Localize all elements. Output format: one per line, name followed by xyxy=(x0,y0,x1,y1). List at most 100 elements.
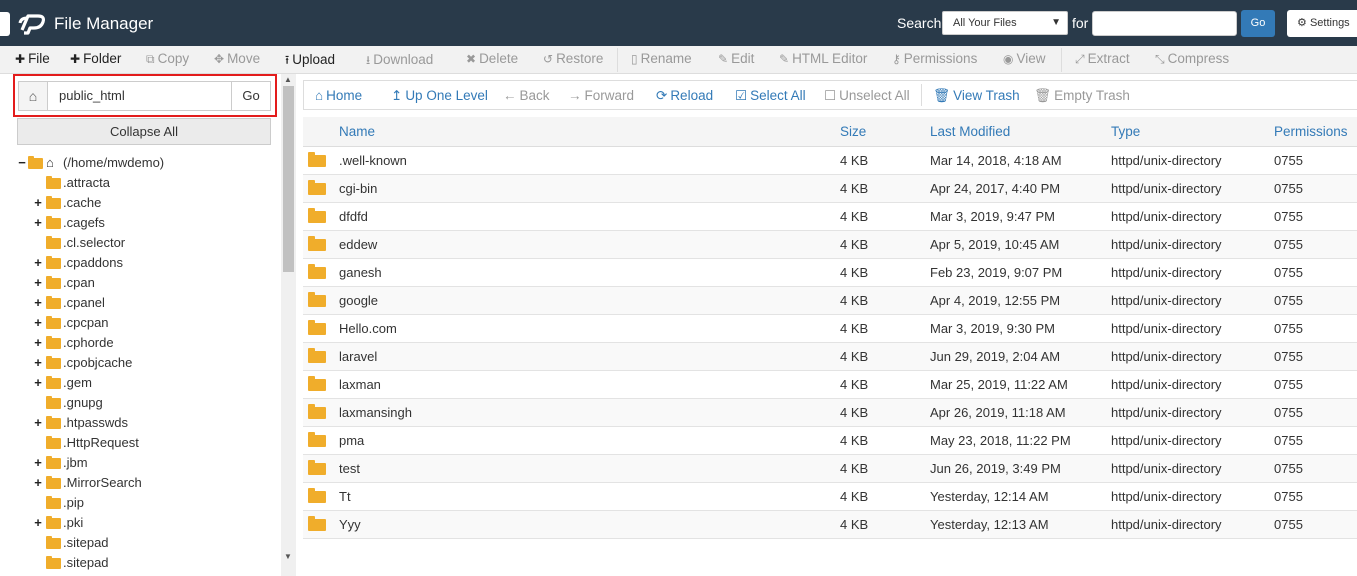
tree-item[interactable]: + .pki xyxy=(16,514,278,534)
settings-button[interactable]: ⚙ Settings xyxy=(1287,10,1357,37)
folder-icon xyxy=(308,320,326,335)
upload-button[interactable]: ⭱ Upload xyxy=(285,51,335,72)
table-row[interactable]: ganesh 4 KB Feb 23, 2019, 9:07 PM httpd/uni… xyxy=(303,259,1357,287)
collapse-all-button[interactable]: Collapse All xyxy=(17,118,271,145)
table-row[interactable]: .well-known 4 KB Mar 14, 2018, 4:18 AM http… xyxy=(303,147,1357,175)
path-go-button[interactable]: Go xyxy=(231,81,271,111)
cell-type: httpd/unix-directory xyxy=(1111,209,1222,224)
permissions-button[interactable]: ⚷ Permissions xyxy=(892,51,977,66)
tree-item[interactable]: + .cpcpan xyxy=(16,314,278,334)
tree-item[interactable]: + .cpanel xyxy=(16,294,278,314)
scrollbar-thumb[interactable] xyxy=(283,86,294,272)
tree-item[interactable]: + .cphorde xyxy=(16,334,278,354)
tree-item[interactable]: + .cache xyxy=(16,194,278,214)
menu-toggle-stub[interactable] xyxy=(0,12,10,36)
html-editor-button[interactable]: ✎ HTML Editor xyxy=(779,51,867,66)
view-trash-button[interactable]: 🗑 View Trash xyxy=(933,88,1020,104)
move-button[interactable]: ✥ Move xyxy=(214,51,260,66)
select-all-button[interactable]: ☑ Select All xyxy=(735,88,806,104)
table-row[interactable]: laravel 4 KB Jun 29, 2019, 2:04 AM httpd/un… xyxy=(303,343,1357,371)
scroll-up-icon[interactable]: ▲ xyxy=(284,75,292,84)
column-permissions-header[interactable]: Permissions xyxy=(1274,124,1348,139)
tree-item[interactable]: .pip xyxy=(16,494,278,514)
up-one-level-button[interactable]: ↥ Up One Level xyxy=(391,88,488,104)
tree-item[interactable]: + .cpobjcache xyxy=(16,354,278,374)
expand-icon[interactable]: + xyxy=(34,334,42,352)
forward-button[interactable]: → Forward xyxy=(568,88,634,103)
tree-item[interactable]: + .htpasswds xyxy=(16,414,278,434)
expand-icon[interactable]: + xyxy=(34,274,42,292)
unselect-all-button[interactable]: ☐ Unselect All xyxy=(824,88,910,104)
tree-root[interactable]: − ⌂ (/home/mwdemo) xyxy=(16,154,278,174)
edit-button[interactable]: ✎ Edit xyxy=(718,51,754,66)
table-row[interactable]: laxmansingh 4 KB Apr 26, 2019, 11:18 AM htt… xyxy=(303,399,1357,427)
table-row[interactable]: test 4 KB Jun 26, 2019, 3:49 PM httpd/unix-… xyxy=(303,455,1357,483)
tree-item[interactable]: + .cpaddons xyxy=(16,254,278,274)
table-row[interactable]: eddew 4 KB Apr 5, 2019, 10:45 AM httpd/unix… xyxy=(303,231,1357,259)
copy-button[interactable]: ⧉ Copy xyxy=(146,51,189,67)
column-type-header[interactable]: Type xyxy=(1111,124,1140,139)
tree-scrollbar[interactable]: ▲ ▼ xyxy=(281,74,296,576)
column-size-header[interactable]: Size xyxy=(840,124,866,139)
column-modified-header[interactable]: Last Modified xyxy=(930,124,1010,139)
expand-icon[interactable]: + xyxy=(34,414,42,432)
expand-icon[interactable]: + xyxy=(34,354,42,372)
path-input[interactable]: public_html xyxy=(47,81,232,111)
expand-icon[interactable]: + xyxy=(34,314,42,332)
tree-item[interactable]: .HttpRequest xyxy=(16,434,278,454)
rename-button[interactable]: ▯ Rename xyxy=(631,51,692,66)
empty-trash-button[interactable]: 🗑 Empty Trash xyxy=(1034,88,1130,104)
extract-button[interactable]: ⤢ Extract xyxy=(1075,51,1130,67)
download-button[interactable]: ⭳ Download xyxy=(366,51,433,72)
tree-item[interactable]: + .MirrorSearch xyxy=(16,474,278,494)
cell-name: dfdfd xyxy=(339,209,368,224)
expand-icon[interactable]: + xyxy=(34,474,42,492)
tree-item[interactable]: + .jbm xyxy=(16,454,278,474)
tree-item[interactable]: + .gem xyxy=(16,374,278,394)
tree-item[interactable]: + .cpan xyxy=(16,274,278,294)
toolbar-divider xyxy=(617,48,618,72)
search-go-button[interactable]: Go xyxy=(1241,10,1275,37)
tree-item[interactable]: .sitepad xyxy=(16,534,278,554)
expand-icon[interactable]: + xyxy=(34,254,42,272)
expand-icon[interactable]: + xyxy=(34,454,42,472)
cell-modified: Yesterday, 12:14 AM xyxy=(930,489,1049,504)
table-row[interactable]: cgi-bin 4 KB Apr 24, 2017, 4:40 PM httpd/un… xyxy=(303,175,1357,203)
expand-icon[interactable]: + xyxy=(34,294,42,312)
cell-modified: Apr 4, 2019, 12:55 PM xyxy=(930,293,1061,308)
new-file-button[interactable]: ✚ File xyxy=(15,51,50,66)
table-row[interactable]: Yyy 4 KB Yesterday, 12:13 AM httpd/unix-dir… xyxy=(303,511,1357,539)
tree-item-label: .cpaddons xyxy=(63,255,123,270)
table-row[interactable]: Tt 4 KB Yesterday, 12:14 AM httpd/unix-dire… xyxy=(303,483,1357,511)
reload-button[interactable]: ⟳ Reload xyxy=(656,88,713,104)
new-folder-button[interactable]: ✚ Folder xyxy=(70,51,121,66)
expand-icon[interactable]: + xyxy=(34,214,42,232)
view-button[interactable]: ◉ View xyxy=(1003,51,1046,66)
table-row[interactable]: google 4 KB Apr 4, 2019, 12:55 PM httpd/uni… xyxy=(303,287,1357,315)
table-row[interactable]: laxman 4 KB Mar 25, 2019, 11:22 AM httpd/un… xyxy=(303,371,1357,399)
column-name-header[interactable]: Name xyxy=(339,124,375,139)
tree-item[interactable]: .gnupg xyxy=(16,394,278,414)
expand-icon[interactable]: + xyxy=(34,194,42,212)
collapse-icon[interactable]: − xyxy=(16,154,28,172)
restore-button[interactable]: ↺ Restore xyxy=(543,51,603,66)
delete-button[interactable]: ✖ Delete xyxy=(466,51,518,66)
expand-icon[interactable]: + xyxy=(34,374,42,392)
table-row[interactable]: pma 4 KB May 23, 2018, 11:22 PM httpd/unix-… xyxy=(303,427,1357,455)
table-row[interactable]: dfdfd 4 KB Mar 3, 2019, 9:47 PM httpd/unix-… xyxy=(303,203,1357,231)
tree-item[interactable]: .attracta xyxy=(16,174,278,194)
back-button[interactable]: ← Back xyxy=(503,88,550,103)
tree-item[interactable]: + .cagefs xyxy=(16,214,278,234)
search-scope-select[interactable]: All Your Files ▼ xyxy=(942,11,1068,35)
cell-type: httpd/unix-directory xyxy=(1111,181,1222,196)
scroll-down-icon[interactable]: ▼ xyxy=(284,552,292,561)
home-icon[interactable]: ⌂ xyxy=(18,81,47,111)
tree-item[interactable]: .cl.selector xyxy=(16,234,278,254)
expand-icon[interactable]: + xyxy=(34,514,42,532)
compress-button[interactable]: ⤡ Compress xyxy=(1155,51,1229,67)
home-button[interactable]: ⌂ Home xyxy=(315,88,362,103)
tree-item[interactable]: .sitepad xyxy=(16,554,278,574)
table-row[interactable]: Hello.com 4 KB Mar 3, 2019, 9:30 PM httpd/u… xyxy=(303,315,1357,343)
search-input[interactable] xyxy=(1092,11,1237,36)
upload-icon: ⭱ xyxy=(285,53,290,67)
